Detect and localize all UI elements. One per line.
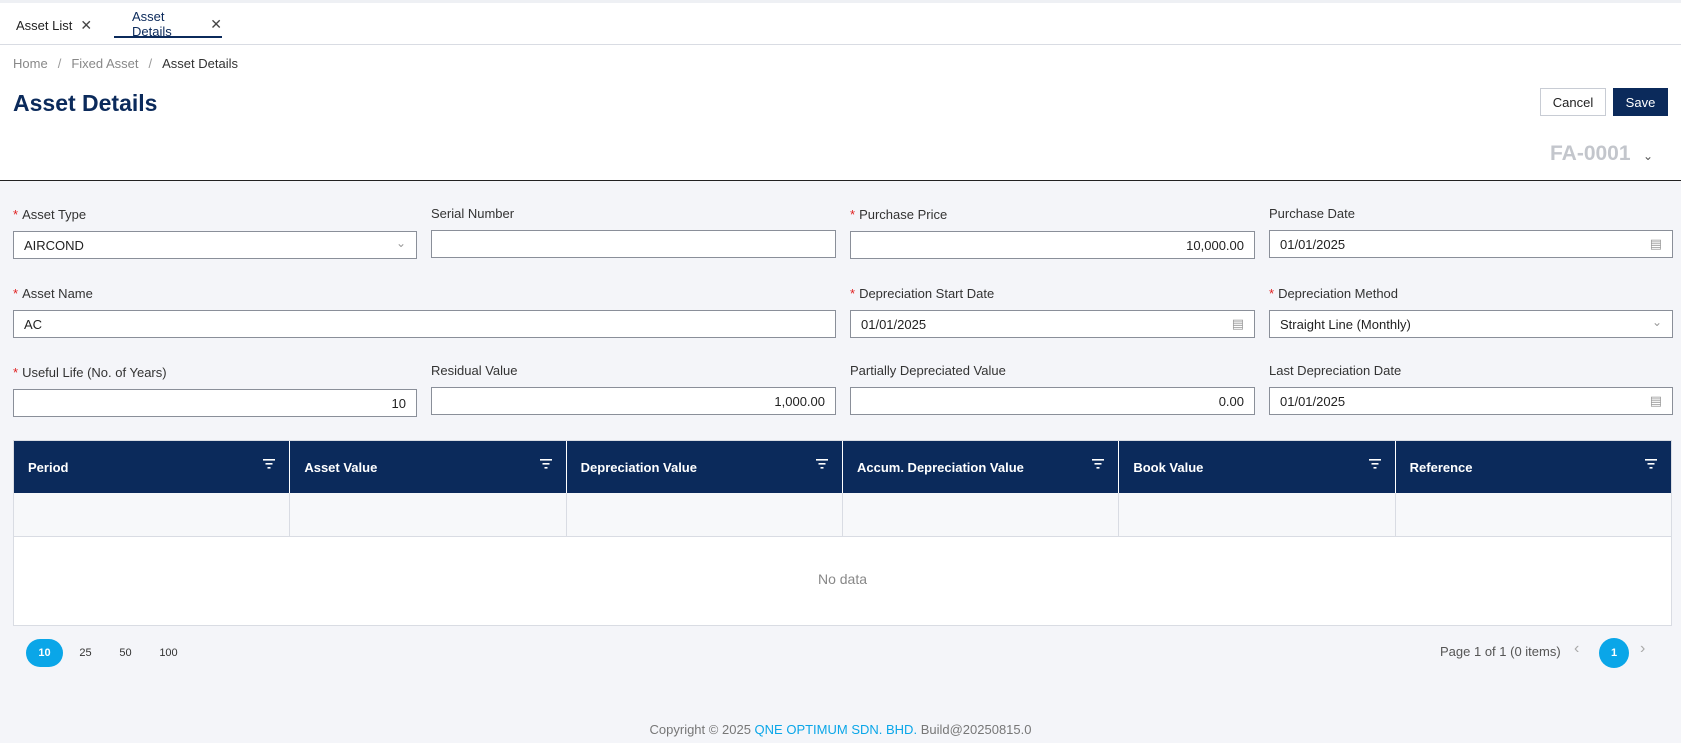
chevron-down-icon[interactable]: ⌄ <box>1643 149 1653 163</box>
footer-build: Build@20250815.0 <box>920 722 1032 737</box>
last-depreciation-date-value: 01/01/2025 <box>1280 393 1346 409</box>
footer-copyright: Copyright <box>649 722 706 737</box>
asset-name-label: * Asset Name <box>13 286 93 301</box>
copyright-icon: © <box>708 722 719 737</box>
filter-cell[interactable] <box>1119 493 1396 536</box>
asset-name-input[interactable]: AC <box>13 310 836 338</box>
page-header: Home / Fixed Asset / Asset Details Asset… <box>0 45 1681 181</box>
filter-icon[interactable] <box>815 459 828 469</box>
purchase-price-input[interactable]: 10,000.00 <box>850 231 1255 259</box>
filter-icon[interactable] <box>539 459 552 469</box>
save-button[interactable]: Save <box>1613 88 1668 116</box>
filter-icon[interactable] <box>1092 459 1105 469</box>
footer-year: 2025 <box>722 722 751 737</box>
purchase-date-input[interactable]: 01/01/2025 ▤ <box>1269 230 1673 258</box>
column-header-reference[interactable]: Reference <box>1396 441 1671 493</box>
asset-type-value: AIRCOND <box>24 237 84 253</box>
tab-label: Asset Details <box>132 9 172 39</box>
filter-cell[interactable] <box>14 493 291 536</box>
depreciation-start-date-input[interactable]: 01/01/2025 ▤ <box>850 310 1255 338</box>
tab-asset-list[interactable]: Asset List ✕ <box>16 12 92 38</box>
useful-life-label: * Useful Life (No. of Years) <box>13 365 167 380</box>
empty-state-text: No data <box>817 571 868 587</box>
breadcrumb-home[interactable]: Home <box>13 56 48 71</box>
tab-label: Asset List <box>16 17 73 33</box>
filter-cell[interactable] <box>1396 493 1671 536</box>
depreciation-start-date-label: * Depreciation Start Date <box>850 286 995 301</box>
calendar-icon[interactable]: ▤ <box>1232 316 1244 332</box>
column-header-depreciation-value[interactable]: Depreciation Value <box>567 441 843 493</box>
close-icon[interactable]: ✕ <box>210 16 222 33</box>
page-number-button[interactable]: 1 <box>1599 638 1629 668</box>
residual-value-label: Residual Value <box>431 363 518 378</box>
filter-cell[interactable] <box>843 493 1120 536</box>
useful-life-input[interactable]: 10 <box>13 389 417 417</box>
breadcrumb-separator: / <box>148 56 153 71</box>
cancel-button[interactable]: Cancel <box>1540 88 1606 116</box>
purchase-price-label: * Purchase Price <box>850 207 948 222</box>
breadcrumb-fixed-asset[interactable]: Fixed Asset <box>71 56 138 71</box>
depreciation-start-date-value: 01/01/2025 <box>861 316 927 332</box>
footer: Copyright © 2025 QNE OPTIMUM SDN. BHD. B… <box>0 722 1681 737</box>
calendar-icon[interactable]: ▤ <box>1650 393 1662 409</box>
table-header: Period Asset Value Depreciation Value Ac… <box>14 441 1671 493</box>
depreciation-method-select[interactable]: Straight Line (Monthly) ⌄ <box>1269 310 1673 338</box>
page-title: Asset Details <box>13 90 158 116</box>
footer-company-link[interactable]: QNE OPTIMUM SDN. BHD. <box>755 722 918 737</box>
breadcrumb-current: Asset Details <box>162 56 239 71</box>
page-size-10[interactable]: 10 <box>26 639 63 667</box>
close-icon[interactable]: ✕ <box>80 17 92 34</box>
calendar-icon[interactable]: ▤ <box>1650 236 1662 252</box>
page-size-50[interactable]: 50 <box>107 639 144 667</box>
asset-type-select[interactable]: AIRCOND ⌄ <box>13 231 417 259</box>
chevron-down-icon: ⌄ <box>395 236 406 250</box>
column-header-asset-value[interactable]: Asset Value <box>290 441 567 493</box>
filter-icon[interactable] <box>1368 459 1381 469</box>
serial-number-input[interactable] <box>431 230 836 258</box>
breadcrumb: Home / Fixed Asset / Asset Details <box>13 56 238 71</box>
partially-depreciated-value-input[interactable]: 0.00 <box>850 387 1255 415</box>
depreciation-method-value: Straight Line (Monthly) <box>1280 316 1411 332</box>
filter-icon[interactable] <box>263 459 276 469</box>
page-size-100[interactable]: 100 <box>150 639 187 667</box>
breadcrumb-separator: / <box>57 56 62 71</box>
document-number: FA-0001 <box>1550 142 1631 165</box>
filter-row <box>14 493 1671 537</box>
serial-number-label: Serial Number <box>431 206 515 221</box>
page-info: Page 1 of 1 (0 items) <box>1440 644 1561 659</box>
filter-cell[interactable] <box>290 493 567 536</box>
purchase-date-value: 01/01/2025 <box>1280 236 1346 252</box>
partially-depreciated-value-label: Partially Depreciated Value <box>850 363 1006 378</box>
tab-asset-details[interactable]: Asset Details ✕ <box>114 9 222 39</box>
asset-type-label: * Asset Type <box>13 207 87 222</box>
last-depreciation-date-input[interactable]: 01/01/2025 ▤ <box>1269 387 1673 415</box>
page-size-25[interactable]: 25 <box>67 639 104 667</box>
purchase-date-label: Purchase Date <box>1269 206 1355 221</box>
tab-bar: Asset List ✕ Asset Details ✕ <box>0 0 1681 45</box>
column-header-period[interactable]: Period <box>14 441 291 493</box>
column-header-book-value[interactable]: Book Value <box>1119 441 1396 493</box>
chevron-right-icon[interactable]: › <box>1640 640 1645 658</box>
depreciation-method-label: * Depreciation Method <box>1269 286 1399 301</box>
column-header-accum-depreciation-value[interactable]: Accum. Depreciation Value <box>843 441 1120 493</box>
chevron-left-icon[interactable]: ‹ <box>1574 640 1579 658</box>
filter-cell[interactable] <box>567 493 843 536</box>
filter-icon[interactable] <box>1644 459 1657 469</box>
last-depreciation-date-label: Last Depreciation Date <box>1269 363 1402 378</box>
residual-value-input[interactable]: 1,000.00 <box>431 387 836 415</box>
chevron-down-icon: ⌄ <box>1651 315 1662 329</box>
depreciation-table: Period Asset Value Depreciation Value Ac… <box>13 440 1672 626</box>
